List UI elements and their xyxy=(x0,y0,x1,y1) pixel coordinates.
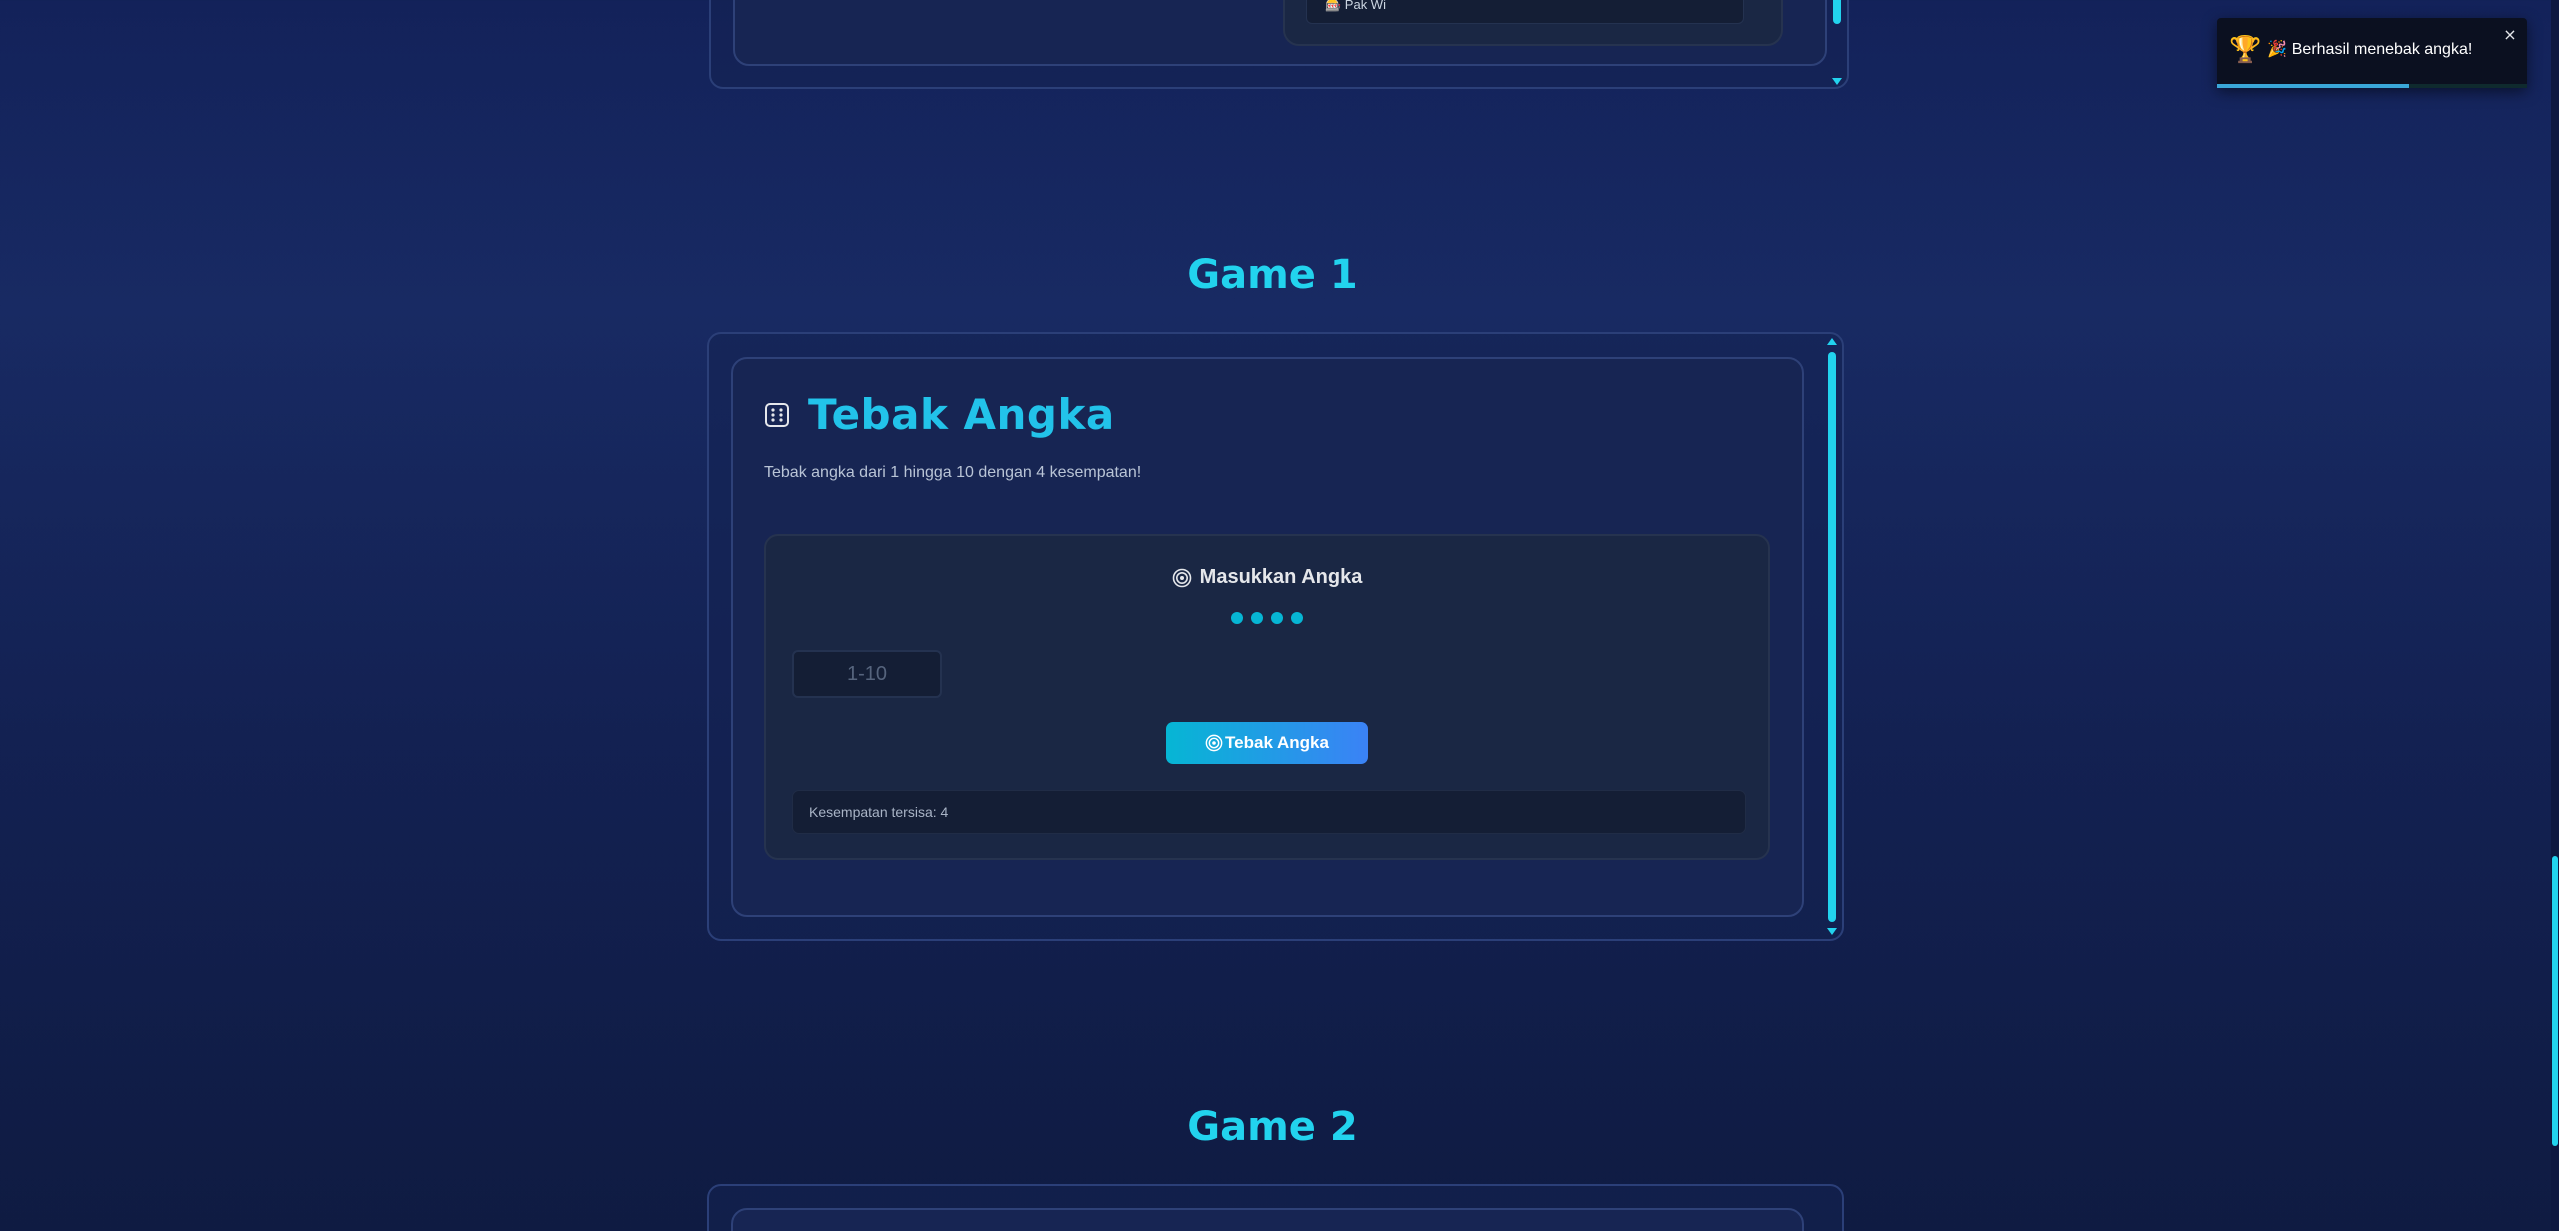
toast-message: 🎉 Berhasil menebak angka! xyxy=(2267,41,2473,58)
toast-progress-bar xyxy=(2217,84,2410,88)
close-icon[interactable]: × xyxy=(2501,26,2519,44)
previous-panel-scrollbar[interactable] xyxy=(1831,0,1843,87)
previous-game-result-text: 🎰 Pak Wi xyxy=(1325,0,1386,12)
game-description: Tebak angka dari 1 hingga 10 dengan 4 ke… xyxy=(764,464,1142,481)
game-2-panel xyxy=(707,1184,1844,1231)
target-icon xyxy=(1205,734,1223,752)
game-header: Tebak Angka xyxy=(764,390,1115,439)
status-text: Kesempatan tersisa: 4 xyxy=(809,804,949,820)
chance-dot xyxy=(1231,612,1243,624)
remaining-chances-dots xyxy=(766,612,1768,624)
scroll-down-arrow-icon[interactable] xyxy=(1827,928,1837,935)
section-heading-game-1: Game 1 xyxy=(1187,252,1358,298)
chance-dot xyxy=(1291,612,1303,624)
game-2-card xyxy=(731,1208,1804,1231)
trophy-icon: 🏆 xyxy=(2229,34,2262,64)
guess-input-zone: Masukkan Angka Tebak Angka Kesempatan te… xyxy=(764,534,1770,860)
guess-button[interactable]: Tebak Angka xyxy=(1166,722,1368,764)
game-1-panel-scrollbar[interactable] xyxy=(1826,338,1838,938)
page-scrollbar[interactable] xyxy=(2551,0,2559,1231)
section-heading-game-2: Game 2 xyxy=(1187,1104,1358,1150)
toast-progress-track xyxy=(2217,84,2527,88)
success-toast: 🏆 🎉 Berhasil menebak angka! × xyxy=(2217,18,2527,88)
page-scrollbar-thumb[interactable] xyxy=(2552,856,2558,1146)
input-heading: Masukkan Angka xyxy=(766,566,1768,589)
scroll-up-arrow-icon[interactable] xyxy=(1827,338,1837,345)
previous-game-result-row: 🎰 Pak Wi xyxy=(1306,0,1744,24)
die-icon xyxy=(765,402,789,427)
chance-dot xyxy=(1271,612,1283,624)
game-title: Tebak Angka xyxy=(808,390,1115,439)
guess-number-input[interactable] xyxy=(792,650,942,698)
target-icon xyxy=(1172,568,1191,587)
status-bar: Kesempatan tersisa: 4 xyxy=(792,790,1746,834)
guess-button-label: Tebak Angka xyxy=(1225,733,1329,752)
input-heading-text: Masukkan Angka xyxy=(1199,566,1363,588)
toast-body: 🏆 🎉 Berhasil menebak angka! xyxy=(2229,36,2472,62)
chance-dot xyxy=(1251,612,1263,624)
scroll-down-arrow-icon[interactable] xyxy=(1832,78,1842,85)
